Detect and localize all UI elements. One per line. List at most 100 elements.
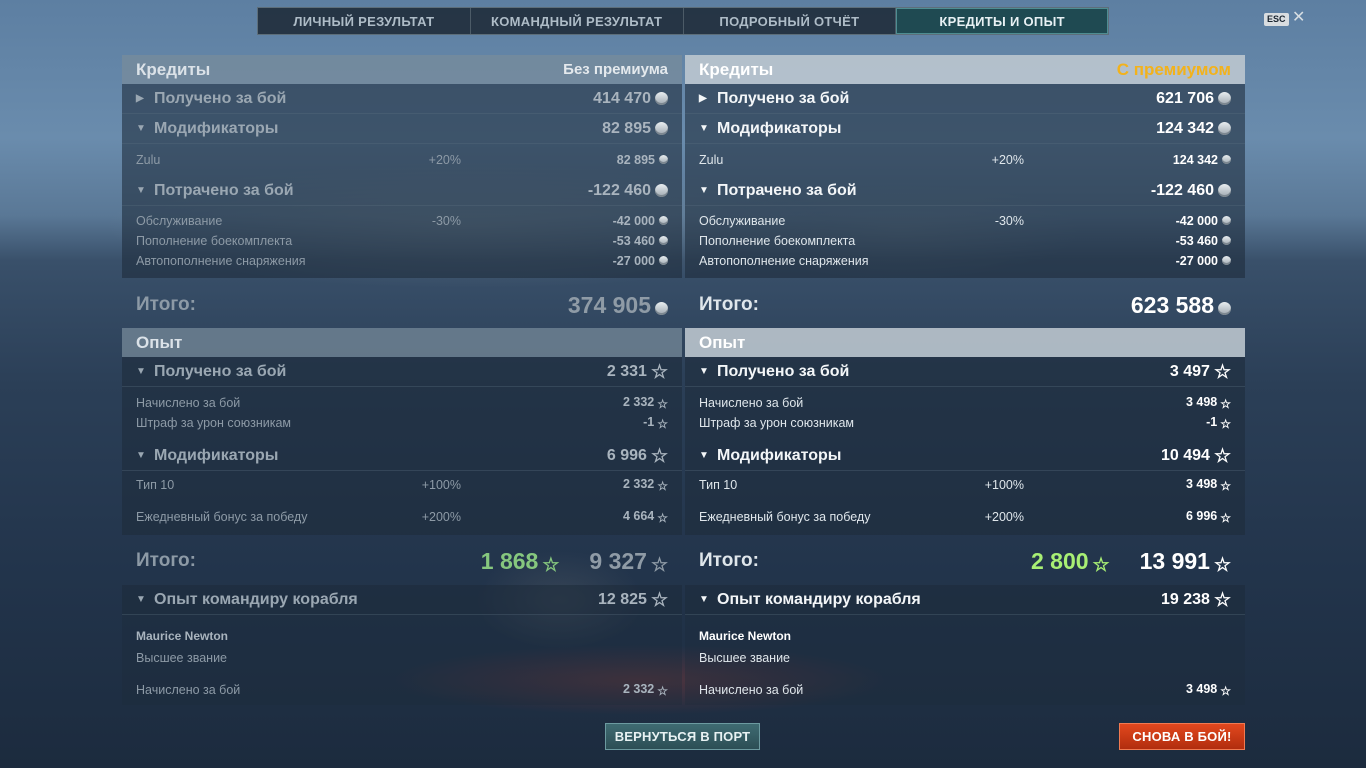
service-cost-row: Обслуживание -30% -42 000 — [122, 211, 682, 231]
expand-arrow-icon[interactable]: ▶ — [699, 93, 717, 104]
collapse-arrow-icon[interactable]: ▼ — [699, 123, 717, 134]
ammo-cost-row-value: -53 460 — [1024, 234, 1231, 248]
commander-details: Maurice Newton Высшее звание Начислено з… — [122, 615, 682, 705]
xp-modifiers-row-value: 6 996 ☆ — [606, 445, 668, 467]
xp-title: Опыт — [136, 332, 183, 352]
tier-bonus-row-label: Тип 10 — [699, 478, 738, 492]
zulu-flag-row-label: Zulu — [136, 153, 161, 167]
credits-total-row: Итого: 623 588 — [685, 282, 1245, 328]
commander-xp-row[interactable]: ▼ Опыт командиру корабля 12 825 ☆ — [122, 585, 682, 615]
collapse-arrow-icon[interactable]: ▼ — [699, 366, 717, 377]
credits-earned-row-label: Получено за бой — [154, 89, 287, 107]
ammo-cost-row: Пополнение боекомплекта -53 460 — [685, 231, 1245, 251]
collapse-arrow-icon[interactable]: ▼ — [136, 594, 154, 605]
free-xp-value: 2 800 ☆ — [1030, 547, 1110, 576]
ammo-cost-row: Пополнение боекомплекта -53 460 — [122, 231, 682, 251]
credit-coin-icon — [655, 91, 668, 105]
commander-xp-row[interactable]: ▼ Опыт командиру корабля 19 238 ☆ — [685, 585, 1245, 615]
credits-modifiers-row[interactable]: ▼ Модификаторы 82 895 — [122, 114, 682, 144]
xp-star-icon: ☆ — [1213, 361, 1231, 383]
credits-title: Кредиты — [136, 59, 211, 79]
ammo-cost-row-label: Пополнение боекомплекта — [136, 234, 293, 248]
credits-earned-row-label: Получено за бой — [717, 89, 850, 107]
credit-coin-icon — [655, 121, 668, 135]
credits-spent-row-label: Потрачено за бой — [154, 181, 294, 199]
tab-credits-and-xp[interactable]: КРЕДИТЫ И ОПЫТ — [896, 8, 1108, 34]
credits-earned-row[interactable]: ▶ Получено за бой 414 470 — [122, 84, 682, 114]
commander-base-xp-label: Начислено за бой — [136, 683, 241, 697]
daily-bonus-row-label: Ежедневный бонус за победу — [136, 510, 308, 524]
collapse-arrow-icon[interactable]: ▼ — [699, 450, 717, 461]
collapse-arrow-icon[interactable]: ▼ — [136, 366, 154, 377]
xp-modifiers-row[interactable]: ▼ Модификаторы 6 996 ☆ — [122, 441, 682, 471]
credits-total-label: Итого: — [136, 294, 196, 315]
commander-xp-row-value: 19 238 ☆ — [1161, 589, 1231, 611]
battle-again-button[interactable]: СНОВА В БОЙ! — [1119, 723, 1245, 750]
collapse-arrow-icon[interactable]: ▼ — [136, 450, 154, 461]
zulu-flag-row-percent: +20% — [428, 153, 461, 167]
xp-base-row-label: Начислено за бой — [699, 396, 804, 410]
xp-star-icon: ☆ — [1220, 510, 1231, 525]
xp-base-row: Начислено за бой 2 332 ☆ — [122, 393, 682, 413]
tier-bonus-row-percent: +100% — [984, 478, 1024, 492]
xp-total-value: 9 327 ☆ — [589, 547, 668, 576]
xp-star-icon: ☆ — [1220, 683, 1231, 698]
commander-base-xp-value: 3 498 ☆ — [1185, 681, 1231, 698]
credit-coin-icon — [1218, 301, 1231, 315]
credits-modifiers-row[interactable]: ▼ Модификаторы 124 342 — [685, 114, 1245, 144]
credits-total-value: 374 905 — [568, 292, 668, 319]
daily-bonus-row-percent: +200% — [984, 510, 1024, 524]
xp-star-icon: ☆ — [1220, 396, 1231, 411]
commander-name: Maurice Newton — [136, 629, 229, 643]
xp-penalty-row: Штраф за урон союзникам -1 ☆ — [122, 413, 682, 433]
xp-header: Опыт — [122, 328, 682, 357]
esc-key-hint: ESC — [1264, 13, 1289, 26]
result-tabs: ЛИЧНЫЙ РЕЗУЛЬТАТ КОМАНДНЫЙ РЕЗУЛЬТАТ ПОД… — [257, 7, 1109, 35]
xp-modifiers-row[interactable]: ▼ Модификаторы 10 494 ☆ — [685, 441, 1245, 471]
credit-coin-icon — [1218, 91, 1231, 105]
xp-penalty-row-label: Штраф за урон союзникам — [699, 416, 855, 430]
no-premium-panel: Кредиты Без премиума ▶ Получено за бой 41… — [122, 55, 682, 615]
xp-base-row: Начислено за бой 3 498 ☆ — [685, 393, 1245, 413]
xp-star-icon: ☆ — [657, 416, 668, 431]
credits-spent-row[interactable]: ▼ Потрачено за бой -122 460 — [122, 176, 682, 206]
xp-star-icon: ☆ — [542, 554, 560, 576]
xp-earned-row[interactable]: ▼ Получено за бой 3 497 ☆ — [685, 357, 1245, 387]
credits-spent-row-value: -122 460 — [1151, 182, 1231, 200]
tier-bonus-row-percent: +100% — [421, 478, 461, 492]
commander-rank: Высшее звание — [699, 651, 790, 665]
tab-team-result[interactable]: КОМАНДНЫЙ РЕЗУЛЬТАТ — [471, 8, 684, 34]
xp-star-icon: ☆ — [1213, 589, 1231, 611]
credits-modifiers-row-label: Модификаторы — [717, 119, 842, 137]
daily-bonus-row-percent: +200% — [421, 510, 461, 524]
commander-base-xp-value: 2 332 ☆ — [622, 681, 668, 698]
credits-earned-row-value: 621 706 — [1156, 90, 1231, 108]
xp-earned-row-label: Получено за бой — [717, 362, 850, 380]
credits-earned-row[interactable]: ▶ Получено за бой 621 706 — [685, 84, 1245, 114]
xp-star-icon: ☆ — [1220, 416, 1231, 431]
service-cost-row-value: -42 000 — [1024, 214, 1231, 228]
collapse-arrow-icon[interactable]: ▼ — [699, 594, 717, 605]
expand-arrow-icon[interactable]: ▶ — [136, 93, 154, 104]
collapse-arrow-icon[interactable]: ▼ — [699, 185, 717, 196]
credits-spent-row-label: Потрачено за бой — [717, 181, 857, 199]
tab-personal-result[interactable]: ЛИЧНЫЙ РЕЗУЛЬТАТ — [258, 8, 471, 34]
collapse-arrow-icon[interactable]: ▼ — [136, 185, 154, 196]
credit-coin-icon — [659, 256, 668, 265]
xp-star-icon: ☆ — [657, 478, 668, 493]
tier-bonus-row-value: 2 332 ☆ — [622, 476, 668, 493]
commander-rank: Высшее звание — [136, 651, 227, 665]
credits-earned-row-value: 414 470 — [593, 90, 668, 108]
commander-name: Maurice Newton — [699, 629, 792, 643]
xp-star-icon: ☆ — [650, 589, 668, 611]
consumables-cost-row: Автопополнение снаряжения -27 000 — [685, 251, 1245, 271]
xp-total-row: Итого: 1 868 ☆ 9 327 ☆ — [122, 538, 682, 584]
collapse-arrow-icon[interactable]: ▼ — [136, 123, 154, 134]
close-icon[interactable]: ✕ — [1292, 9, 1305, 27]
tab-detailed-report[interactable]: ПОДРОБНЫЙ ОТЧЁТ — [684, 8, 897, 34]
credit-coin-icon — [1222, 256, 1231, 265]
return-to-port-button[interactable]: ВЕРНУТЬСЯ В ПОРТ — [605, 723, 760, 750]
credits-spent-row-value: -122 460 — [588, 182, 668, 200]
credits-spent-row[interactable]: ▼ Потрачено за бой -122 460 — [685, 176, 1245, 206]
xp-earned-row[interactable]: ▼ Получено за бой 2 331 ☆ — [122, 357, 682, 387]
